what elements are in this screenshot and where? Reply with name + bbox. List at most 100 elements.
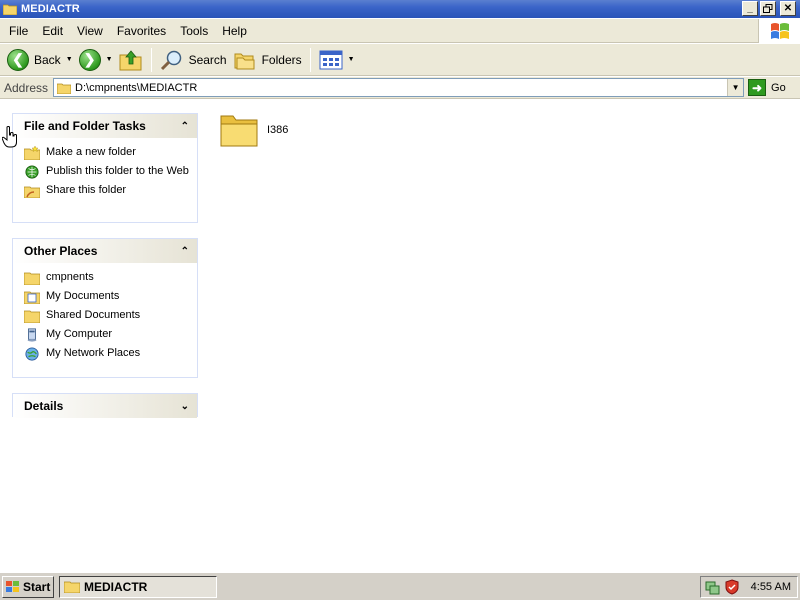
windows-logo-icon bbox=[758, 19, 800, 43]
start-label: Start bbox=[23, 579, 51, 594]
menu-file[interactable]: File bbox=[2, 22, 35, 40]
start-button[interactable]: Start bbox=[2, 575, 54, 598]
my-documents-icon bbox=[24, 291, 40, 304]
folder-icon bbox=[57, 83, 72, 94]
panel-title: File and Folder Tasks bbox=[24, 119, 146, 133]
folder-icon bbox=[220, 115, 258, 147]
menu-tools[interactable]: Tools bbox=[173, 22, 215, 40]
task-label: Publish this folder to the Web bbox=[46, 165, 189, 177]
address-bar: Address D:\cmpnents\MEDIACTR ▼ ➜ Go bbox=[0, 77, 800, 99]
back-arrow-icon: ❮ bbox=[7, 48, 29, 71]
security-shield-icon[interactable] bbox=[724, 579, 740, 595]
restore-icon bbox=[763, 4, 773, 13]
toolbar-separator bbox=[150, 47, 152, 72]
title-bar[interactable]: MEDIACTR _ ✕ bbox=[0, 0, 800, 18]
back-label: Back bbox=[34, 52, 61, 67]
folder-up-icon bbox=[119, 49, 142, 70]
views-icon bbox=[319, 50, 343, 69]
file-list-view[interactable]: I386 bbox=[210, 100, 800, 572]
place-label: Shared Documents bbox=[46, 309, 141, 321]
folder-icon bbox=[64, 581, 80, 593]
place-my-computer[interactable]: My Computer bbox=[24, 328, 189, 342]
taskbar-window-button[interactable]: MEDIACTR bbox=[59, 575, 217, 598]
chevron-down-icon: ▼ bbox=[731, 83, 740, 92]
forward-arrow-icon: ❯ bbox=[78, 48, 101, 71]
back-button[interactable]: ❮ Back ▼ bbox=[4, 47, 76, 73]
network-tray-icon[interactable] bbox=[704, 579, 720, 595]
place-label: My Documents bbox=[46, 290, 120, 302]
panel-header[interactable]: File and Folder Tasks ⌃ bbox=[13, 114, 197, 138]
toolbar-separator bbox=[309, 47, 311, 72]
minimize-button[interactable]: _ bbox=[742, 1, 758, 16]
publish-web-icon bbox=[25, 165, 39, 179]
address-label: Address bbox=[4, 80, 49, 95]
go-arrow-icon: ➜ bbox=[748, 79, 767, 96]
place-label: cmpnents bbox=[46, 271, 94, 283]
task-label: Make a new folder bbox=[46, 146, 136, 158]
window-title: MEDIACTR bbox=[21, 3, 80, 15]
task-make-new-folder[interactable]: Make a new folder bbox=[24, 146, 189, 160]
chevron-down-icon[interactable]: ▼ bbox=[106, 56, 113, 63]
task-label: MEDIACTR bbox=[84, 579, 148, 594]
place-my-network-places[interactable]: My Network Places bbox=[24, 347, 189, 361]
other-places-panel: Other Places ⌃ cmpnents My Documents Sha… bbox=[12, 238, 198, 378]
menu-favorites[interactable]: Favorites bbox=[110, 22, 173, 40]
restore-button[interactable] bbox=[760, 1, 776, 16]
task-share-folder[interactable]: Share this folder bbox=[24, 184, 189, 198]
taskbar: Start MEDIACTR 4:55 AM bbox=[0, 572, 800, 600]
file-item[interactable]: I386 bbox=[219, 112, 288, 148]
address-input[interactable]: D:\cmpnents\MEDIACTR ▼ bbox=[53, 78, 745, 97]
collapse-icon[interactable]: ⌃ bbox=[181, 121, 189, 132]
address-dropdown-button[interactable]: ▼ bbox=[727, 79, 744, 96]
place-shared-documents[interactable]: Shared Documents bbox=[24, 309, 189, 323]
menu-view[interactable]: View bbox=[70, 22, 110, 40]
clock[interactable]: 4:55 AM bbox=[751, 581, 791, 593]
panel-title: Details bbox=[24, 399, 64, 413]
views-button[interactable]: ▼ bbox=[316, 47, 358, 73]
chevron-down-icon[interactable]: ▼ bbox=[66, 56, 73, 63]
search-icon bbox=[160, 50, 181, 70]
go-label: Go bbox=[771, 81, 786, 94]
up-button[interactable] bbox=[116, 47, 146, 73]
place-cmpnents[interactable]: cmpnents bbox=[24, 271, 189, 285]
new-folder-icon bbox=[24, 146, 40, 160]
address-value: D:\cmpnents\MEDIACTR bbox=[75, 81, 198, 94]
windows-logo-icon bbox=[6, 580, 19, 592]
file-folder-tasks-panel: File and Folder Tasks ⌃ Make a new folde… bbox=[12, 113, 198, 223]
folders-label: Folders bbox=[261, 52, 302, 67]
collapse-icon[interactable]: ⌃ bbox=[181, 246, 189, 257]
folder-icon bbox=[24, 272, 40, 285]
share-folder-icon bbox=[24, 186, 40, 198]
place-label: My Network Places bbox=[46, 347, 141, 359]
close-icon: ✕ bbox=[783, 2, 793, 14]
forward-button[interactable]: ❯ ▼ bbox=[76, 47, 116, 73]
chevron-down-icon[interactable]: ▼ bbox=[348, 56, 355, 63]
system-tray: 4:55 AM bbox=[700, 576, 798, 598]
panel-title: Other Places bbox=[24, 244, 98, 258]
menu-edit[interactable]: Edit bbox=[35, 22, 70, 40]
folders-button[interactable]: Folders bbox=[230, 47, 305, 73]
folder-icon bbox=[3, 4, 17, 15]
standard-toolbar: ❮ Back ▼ ❯ ▼ Search Folders ▼ bbox=[0, 44, 800, 76]
network-places-icon bbox=[25, 347, 39, 361]
task-label: Share this folder bbox=[46, 184, 127, 196]
panel-header[interactable]: Other Places ⌃ bbox=[13, 239, 197, 263]
menu-help[interactable]: Help bbox=[215, 22, 254, 40]
place-label: My Computer bbox=[46, 328, 113, 340]
expand-icon[interactable]: ⌄ bbox=[181, 401, 189, 412]
search-button[interactable]: Search bbox=[157, 47, 230, 73]
task-publish-folder-web[interactable]: Publish this folder to the Web bbox=[24, 165, 189, 179]
close-button[interactable]: ✕ bbox=[780, 1, 796, 16]
my-computer-icon bbox=[27, 328, 37, 342]
go-button[interactable]: ➜ Go bbox=[748, 79, 786, 96]
menu-bar: File Edit View Favorites Tools Help bbox=[0, 19, 800, 43]
folders-icon bbox=[234, 53, 255, 69]
task-pane: File and Folder Tasks ⌃ Make a new folde… bbox=[0, 100, 210, 572]
details-panel: Details ⌄ bbox=[12, 393, 198, 418]
panel-header[interactable]: Details ⌄ bbox=[13, 394, 197, 418]
hand-cursor-icon bbox=[2, 126, 17, 148]
minimize-icon: _ bbox=[747, 2, 753, 14]
place-my-documents[interactable]: My Documents bbox=[24, 290, 189, 304]
search-label: Search bbox=[188, 52, 227, 67]
file-name: I386 bbox=[267, 124, 289, 136]
